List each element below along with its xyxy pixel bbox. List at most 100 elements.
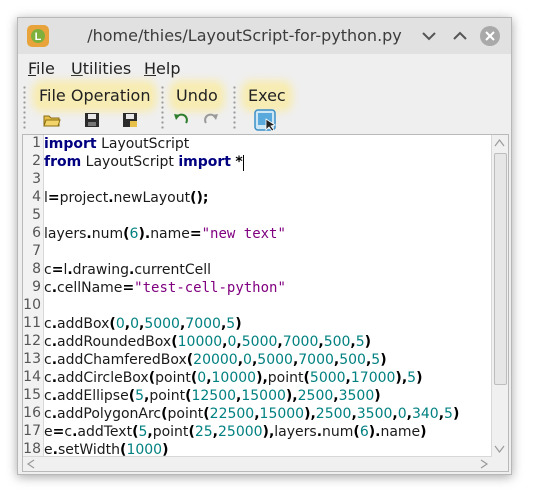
code-token: 5: [407, 370, 417, 386]
title-bar[interactable]: L /home/thies/LayoutScript-for-python.py: [18, 18, 511, 54]
scroll-up-arrow-icon[interactable]: [494, 138, 505, 148]
code-line: c.cellName="test-cell-python": [44, 279, 286, 297]
code-token: =: [51, 262, 64, 278]
code-token: 7000: [298, 352, 334, 368]
code-token: ),: [256, 370, 268, 386]
code-token: e: [44, 442, 53, 457]
code-token: e: [44, 424, 53, 440]
code-line: c.addPolygonArc(point(22500,15000),2500,…: [44, 405, 459, 423]
code-token: point: [167, 406, 204, 422]
save-icon[interactable]: [83, 111, 101, 129]
code-token: c: [44, 370, 52, 386]
menu-bar: File Utilities Help: [18, 54, 511, 82]
code-token: point: [149, 388, 186, 404]
code-area[interactable]: import LayoutScript from LayoutScript imp…: [44, 135, 492, 457]
code-token: ): [380, 352, 387, 368]
toolbar-handle[interactable]: [232, 85, 237, 131]
redo-icon[interactable]: [202, 111, 220, 129]
code-token: 5000: [144, 316, 180, 332]
code-token: 7000: [282, 334, 319, 350]
menu-utilities[interactable]: Utilities: [71, 59, 131, 78]
code-line: c=l.drawing.currentCell: [44, 261, 211, 279]
code-token: ),: [285, 388, 298, 404]
scroll-left-arrow-icon[interactable]: [26, 459, 36, 469]
code-token: 0: [197, 370, 207, 386]
code-token: c: [44, 352, 52, 368]
code-token: import: [44, 136, 97, 152]
code-token: ): [420, 424, 427, 440]
code-line: e.setWidth(1000): [44, 441, 168, 457]
save-as-icon[interactable]: [121, 111, 139, 129]
code-token: 0: [243, 352, 252, 368]
code-token: num: [322, 424, 354, 440]
scrollbar-corner: [492, 457, 508, 471]
text-cursor: [242, 155, 244, 171]
code-token: c: [44, 280, 52, 296]
code-token: point: [155, 370, 191, 386]
menu-file-label: ile: [36, 59, 55, 78]
line-number: 3: [32, 171, 41, 187]
chevron-down-icon[interactable]: [417, 24, 441, 48]
code-token: 5000: [241, 334, 278, 350]
code-token: 10000: [177, 334, 223, 350]
code-line: c.addBox(0,0,5000,7000,5): [44, 315, 242, 333]
line-number: 10: [23, 297, 41, 313]
code-token: from: [44, 154, 82, 170]
menu-file-mnemonic: F: [28, 59, 37, 78]
code-token: layers: [44, 226, 87, 242]
code-token: addBox: [57, 316, 110, 332]
line-number: 18: [23, 441, 41, 457]
code-token: =: [189, 226, 202, 242]
code-token: "test-cell-python": [134, 280, 286, 296]
code-line: c.addRoundedBox(10000,0,5000,7000,500,5): [44, 333, 371, 351]
code-token: LayoutScript: [81, 154, 179, 170]
code-token: import: [178, 154, 231, 170]
code-token: c: [44, 388, 52, 404]
line-number: 5: [32, 207, 41, 223]
vertical-scrollbar-thumb[interactable]: [494, 153, 507, 385]
code-editor[interactable]: 1 2 3 4 5 6 7 8 9 10 11 12 13 14 15 16 17 18 import Layou…: [22, 134, 509, 472]
close-icon[interactable]: [478, 24, 502, 48]
code-token: ): [374, 388, 381, 404]
chevron-up-icon[interactable]: [448, 24, 472, 48]
toolbar-group-label-undo: Undo: [174, 85, 220, 107]
code-token: 7000: [185, 316, 221, 332]
code-token: 25: [194, 424, 213, 440]
toolbar-handle[interactable]: [160, 85, 165, 131]
code-line: c.addCircleBox(point(0,10000),point(5000…: [44, 369, 422, 387]
menu-utilities-mnemonic: U: [71, 59, 83, 78]
toolbar-handle[interactable]: [22, 85, 27, 131]
code-token: ): [162, 442, 169, 457]
code-token: 3500: [356, 406, 393, 422]
code-token: addChamferedBox: [57, 352, 187, 368]
line-number: 12: [23, 333, 41, 349]
code-token: c: [44, 262, 52, 278]
code-token: =: [52, 424, 65, 440]
scroll-down-arrow-icon[interactable]: [494, 444, 505, 454]
code-token: currentCell: [134, 262, 211, 278]
horizontal-scrollbar[interactable]: [23, 456, 492, 471]
open-folder-icon[interactable]: [43, 111, 61, 129]
svg-text:L: L: [35, 31, 42, 43]
code-token: 0: [397, 406, 407, 422]
code-token: c: [44, 406, 52, 422]
line-number: 4: [32, 189, 41, 205]
vertical-scrollbar[interactable]: [491, 135, 508, 457]
menu-help[interactable]: Help: [144, 59, 180, 78]
execute-icon[interactable]: [254, 109, 276, 131]
line-number: 11: [23, 315, 41, 331]
code-line: c.addEllipse(5,point(12500,15000),2500,3…: [44, 387, 381, 405]
code-token: point: [152, 424, 189, 440]
line-number: 16: [23, 405, 41, 421]
menu-utilities-label: tilities: [82, 59, 132, 78]
code-token: ): [416, 370, 423, 386]
code-token: name: [150, 226, 190, 242]
code-token: 340: [411, 406, 439, 422]
scroll-right-arrow-icon[interactable]: [479, 459, 489, 469]
undo-icon[interactable]: [172, 111, 190, 129]
code-token: newLayout: [113, 190, 191, 206]
menu-file[interactable]: File: [28, 59, 55, 78]
code-line: from LayoutScript import *: [44, 153, 244, 171]
code-token: cellName: [57, 280, 123, 296]
code-token: 17000: [350, 370, 396, 386]
